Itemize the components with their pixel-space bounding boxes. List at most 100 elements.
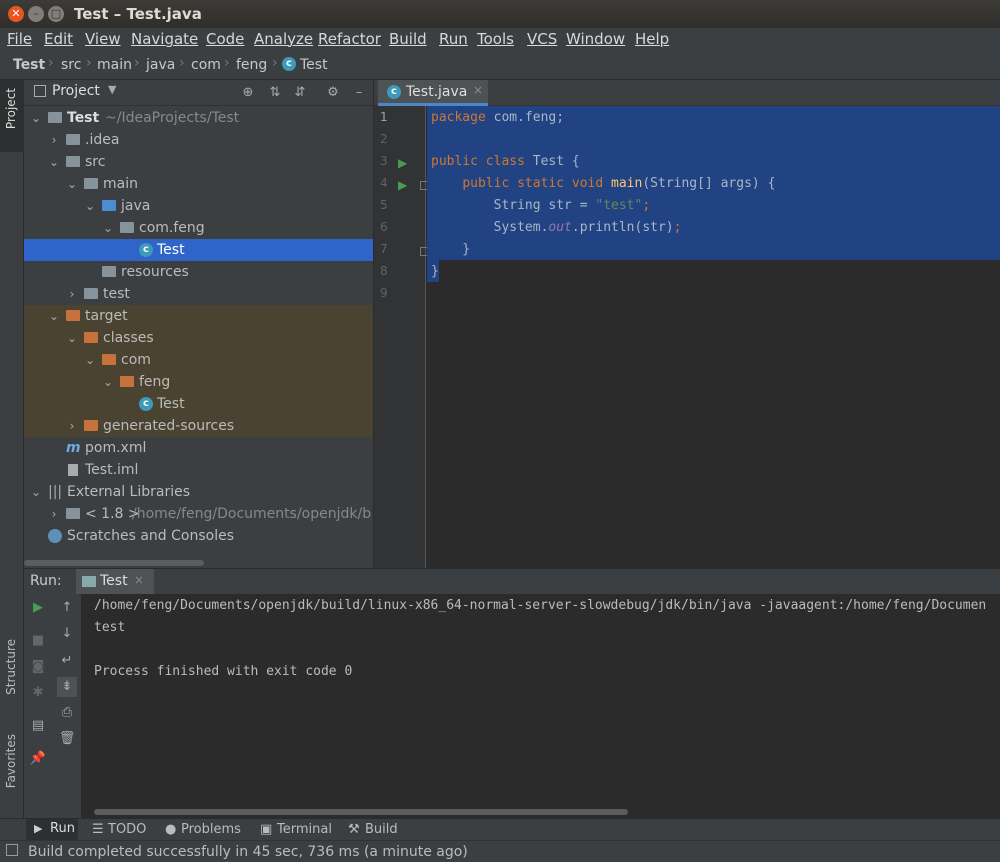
favorites-tool-tab[interactable]: Favorites xyxy=(0,730,24,810)
tool-run[interactable]: ▶ Run xyxy=(26,819,78,841)
tree-item-java[interactable]: ⌄ java xyxy=(24,195,373,217)
menu-help[interactable]: Help xyxy=(635,30,669,48)
maximize-window-button[interactable]: □ xyxy=(48,6,64,22)
horizontal-scrollbar[interactable] xyxy=(24,560,204,566)
hide-panel-icon[interactable]: – xyxy=(349,83,369,103)
tree-item-test-module[interactable]: ⌄ Test ~/IdeaProjects/Test xyxy=(24,107,373,129)
menu-navigate[interactable]: Navigate xyxy=(131,30,198,48)
chevron-down-icon[interactable]: ⌄ xyxy=(84,195,96,217)
breadcrumb-java[interactable]: java xyxy=(146,57,175,73)
chevron-right-icon: › xyxy=(134,55,140,71)
chevron-down-icon[interactable]: ⌄ xyxy=(48,305,60,327)
menu-vcs[interactable]: VCS xyxy=(527,30,557,48)
rerun-icon[interactable]: ▶ xyxy=(28,598,48,618)
stop-icon[interactable]: ■ xyxy=(28,631,48,651)
menu-run[interactable]: Run xyxy=(439,30,468,48)
menu-edit[interactable]: Edit xyxy=(44,30,73,48)
tree-item-src[interactable]: ⌄ src xyxy=(24,151,373,173)
breadcrumb-project[interactable]: Test xyxy=(13,57,45,73)
run-tab-test[interactable]: Test × xyxy=(76,569,154,595)
tree-item-com[interactable]: ⌄ com xyxy=(24,349,373,371)
breadcrumb-class[interactable]: Test xyxy=(300,57,328,73)
trash-icon[interactable]: 🗑 xyxy=(57,729,77,749)
chevron-down-icon[interactable]: ⌄ xyxy=(30,481,42,503)
chevron-down-icon[interactable]: ▼ xyxy=(108,83,116,96)
close-icon[interactable]: × xyxy=(134,573,144,587)
tree-item-feng[interactable]: ⌄ feng xyxy=(24,371,373,393)
menu-file[interactable]: File xyxy=(7,30,32,48)
tree-item-jdk[interactable]: › < 1.8 > /home/feng/Documents/openjdk/b xyxy=(24,503,373,525)
scroll-to-end-icon[interactable]: ⇟ xyxy=(57,677,77,697)
tree-item-test-compiled[interactable]: c Test xyxy=(24,393,373,415)
arrow-up-icon[interactable]: ↑ xyxy=(57,598,77,618)
tree-item-iml[interactable]: Test.iml xyxy=(24,459,373,481)
pin-icon[interactable]: 📌 xyxy=(28,749,48,769)
breadcrumb-src[interactable]: src xyxy=(61,57,81,73)
tree-item-test-folder[interactable]: › test xyxy=(24,283,373,305)
collapse-all-icon[interactable]: ⇵ xyxy=(290,83,310,103)
menu-tools[interactable]: Tools xyxy=(477,30,514,48)
tree-item-idea[interactable]: › .idea xyxy=(24,129,373,151)
chevron-down-icon[interactable]: ⌄ xyxy=(102,217,114,239)
chevron-right-icon[interactable]: › xyxy=(48,503,60,525)
console-output[interactable]: /home/feng/Documents/openjdk/build/linux… xyxy=(82,594,1000,818)
tab-test-java[interactable]: c Test.java × xyxy=(378,80,488,106)
project-view-selector[interactable]: Project xyxy=(52,83,100,99)
structure-tool-tab[interactable]: Structure xyxy=(0,635,24,715)
expand-all-icon[interactable]: ⇅ xyxy=(265,83,285,103)
locate-icon[interactable]: ⊕ xyxy=(238,83,258,103)
tree-item-pom[interactable]: m pom.xml xyxy=(24,437,373,459)
tree-item-com-feng[interactable]: ⌄ com.feng xyxy=(24,217,373,239)
menu-window[interactable]: Window xyxy=(566,30,625,48)
scratches-icon xyxy=(48,529,62,543)
gear-icon[interactable]: ⚙ xyxy=(323,83,343,103)
bug-icon[interactable]: ✱ xyxy=(28,683,48,703)
menu-build[interactable]: Build xyxy=(389,30,427,48)
tool-todo[interactable]: TODO xyxy=(108,822,146,837)
menu-analyze[interactable]: Analyze xyxy=(254,30,313,48)
tool-build[interactable]: Build xyxy=(365,822,398,837)
arrow-down-icon[interactable]: ↓ xyxy=(57,624,77,644)
console-horizontal-scrollbar[interactable] xyxy=(94,809,628,815)
close-icon[interactable]: × xyxy=(473,83,483,97)
tree-item-target[interactable]: ⌄ target xyxy=(24,305,373,327)
tree-item-scratches[interactable]: Scratches and Consoles xyxy=(24,525,373,547)
tree-item-resources[interactable]: resources xyxy=(24,261,373,283)
layout-icon[interactable]: ▤ xyxy=(28,716,48,736)
tree-item-external-libraries[interactable]: ⌄ ||| External Libraries xyxy=(24,481,373,503)
tree-item-main[interactable]: ⌄ main xyxy=(24,173,373,195)
camera-icon[interactable]: ◙ xyxy=(28,657,48,677)
chevron-right-icon[interactable]: › xyxy=(48,129,60,151)
chevron-right-icon[interactable]: › xyxy=(66,415,78,437)
project-tool-tab[interactable]: Project xyxy=(0,80,24,152)
minimize-window-button[interactable]: – xyxy=(28,6,44,22)
menu-refactor[interactable]: Refactor xyxy=(318,30,381,48)
tree-item-label: classes xyxy=(103,330,154,346)
menu-view[interactable]: View xyxy=(85,30,121,48)
chevron-down-icon[interactable]: ⌄ xyxy=(30,107,42,129)
chevron-down-icon[interactable]: ⌄ xyxy=(66,327,78,349)
tool-terminal[interactable]: Terminal xyxy=(277,822,332,837)
chevron-down-icon[interactable]: ⌄ xyxy=(48,151,60,173)
chevron-down-icon[interactable]: ⌄ xyxy=(102,371,114,393)
breadcrumb-feng[interactable]: feng xyxy=(236,57,267,73)
run-gutter-icon[interactable]: ▶ xyxy=(398,156,407,170)
tree-item-generated-sources[interactable]: › generated-sources xyxy=(24,415,373,437)
code-editor[interactable]: package com.feng; public class Test { pu… xyxy=(427,106,1000,568)
status-message[interactable]: Build completed successfully in 45 sec, … xyxy=(28,844,468,860)
tree-item-test-class[interactable]: c Test xyxy=(24,239,373,261)
chevron-down-icon[interactable]: ⌄ xyxy=(84,349,96,371)
project-tool-label: Project xyxy=(4,88,18,130)
menu-code[interactable]: Code xyxy=(206,30,244,48)
breadcrumb-com[interactable]: com xyxy=(191,57,221,73)
panel-toggle-icon[interactable] xyxy=(6,844,18,856)
breadcrumb-main[interactable]: main xyxy=(97,57,132,73)
tree-item-classes[interactable]: ⌄ classes xyxy=(24,327,373,349)
run-gutter-icon[interactable]: ▶ xyxy=(398,178,407,192)
tool-problems[interactable]: Problems xyxy=(181,822,241,837)
print-icon[interactable]: ⎙ xyxy=(57,703,77,723)
chevron-right-icon[interactable]: › xyxy=(66,283,78,305)
soft-wrap-icon[interactable]: ↵ xyxy=(57,651,77,671)
close-window-button[interactable]: ✕ xyxy=(8,6,24,22)
chevron-down-icon[interactable]: ⌄ xyxy=(66,173,78,195)
